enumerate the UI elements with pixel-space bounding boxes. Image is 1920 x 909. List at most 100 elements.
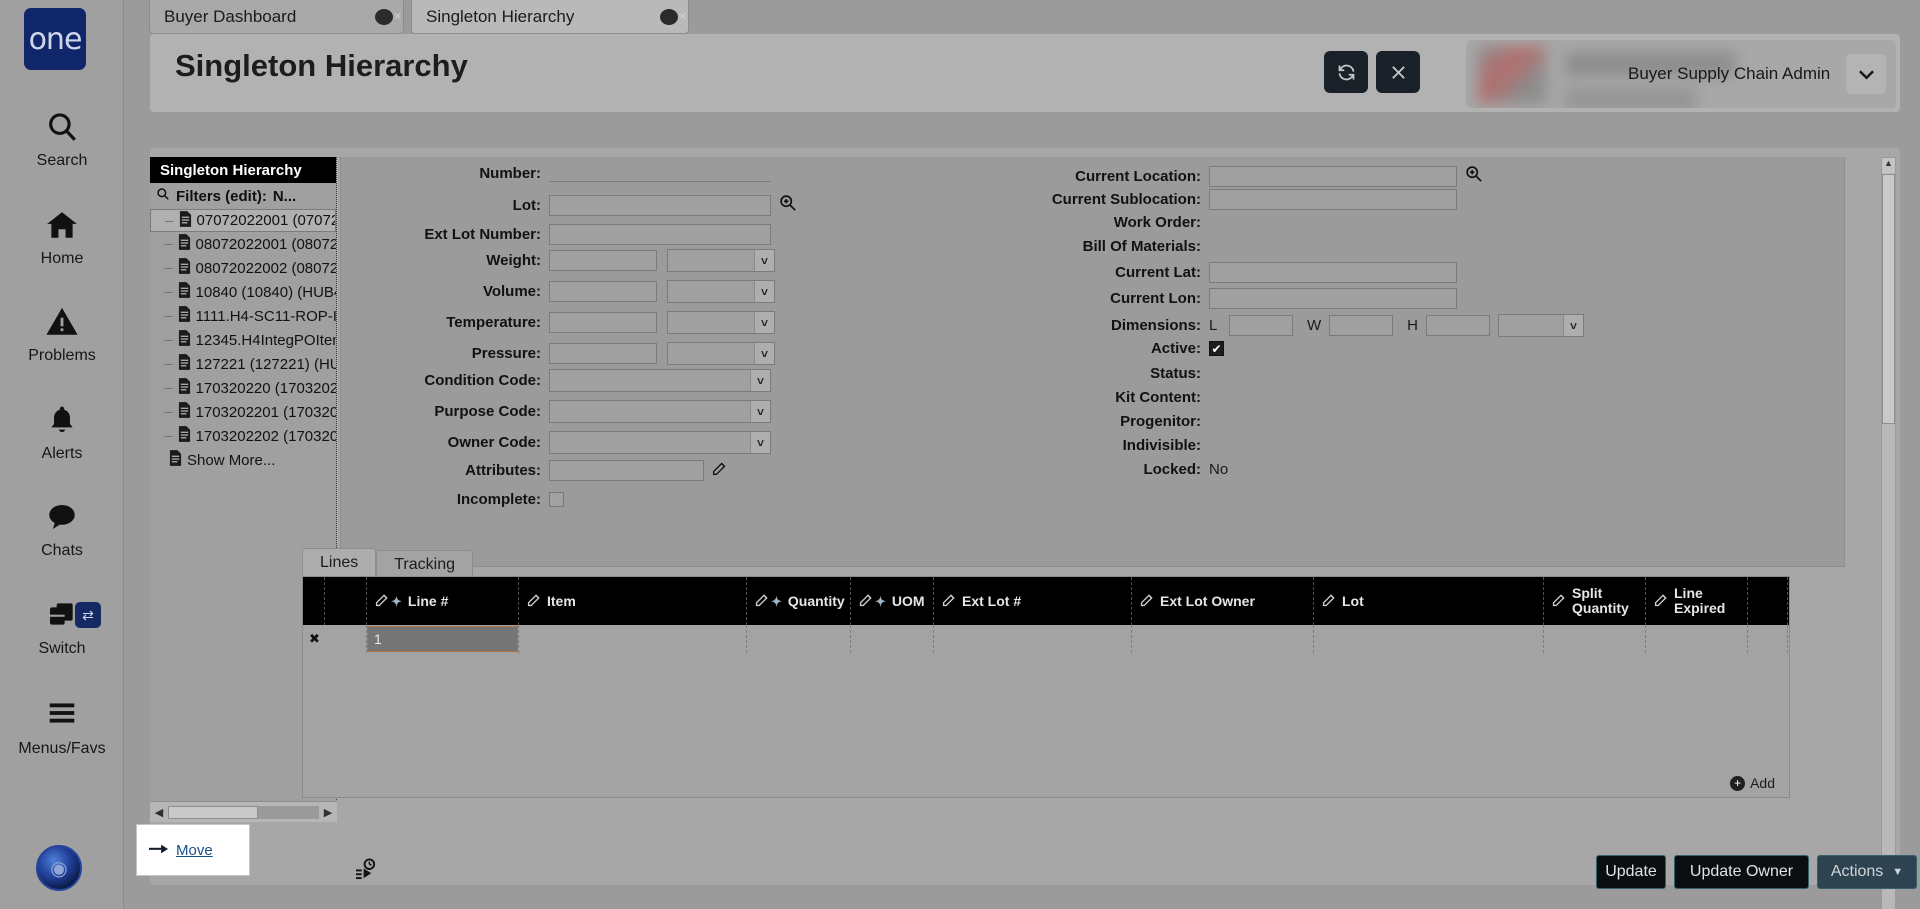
text-input[interactable] <box>1209 165 1457 187</box>
tree-node[interactable]: ─ 127221 (127221) (HUB <box>150 352 336 376</box>
text-input[interactable] <box>549 343 657 364</box>
tree-filter-row[interactable]: Filters (edit): N... <box>150 183 336 209</box>
text-input[interactable] <box>1209 288 1457 309</box>
scroll-up-arrow-icon[interactable]: ▲ <box>1882 158 1895 173</box>
lookup-search-icon[interactable] <box>779 194 796 216</box>
grid-column-header[interactable] <box>325 577 367 625</box>
dropdown-select[interactable]: ˅ <box>549 431 771 454</box>
content-vertical-scrollbar[interactable]: ▲ ▼ <box>1881 157 1896 909</box>
grid-column-header[interactable]: ✦ Line # <box>367 577 519 625</box>
tree-node[interactable]: ─ 08072022002 (080720 <box>150 256 336 280</box>
table-cell[interactable]: 1 <box>367 625 519 653</box>
unit-select[interactable]: ˅ <box>667 342 775 365</box>
delete-row-icon[interactable]: ✖ <box>309 631 320 647</box>
grid-column-header[interactable]: Ext Lot # <box>934 577 1132 625</box>
tree-node[interactable]: ─ 10840 (10840) (HUB4) <box>150 280 336 304</box>
move-link[interactable]: Move <box>176 842 213 859</box>
actions-dropdown-button[interactable]: Actions ▼ <box>1817 855 1917 889</box>
grid-column-header[interactable]: Lot <box>1314 577 1544 625</box>
text-input[interactable] <box>549 312 657 333</box>
unit-select[interactable]: ˅ <box>667 280 775 303</box>
active-cell-input[interactable]: 1 <box>367 626 518 652</box>
sidebar-item-switch[interactable]: Switch <box>0 598 124 658</box>
text-input[interactable] <box>1209 262 1457 283</box>
text-input[interactable] <box>1209 189 1457 210</box>
dimension-w-input[interactable] <box>1329 315 1394 336</box>
scroll-right-arrow-icon[interactable]: ▶ <box>319 806 337 819</box>
sidebar-item-alerts[interactable]: Alerts <box>0 403 124 463</box>
edit-attributes-icon[interactable] <box>712 461 727 481</box>
table-cell[interactable] <box>747 625 851 653</box>
tab-buyer-dashboard[interactable]: Buyer Dashboard ✕ <box>149 0 404 34</box>
sidebar-item-menus-favs[interactable]: Menus/Favs <box>0 698 124 758</box>
history-location-icon[interactable] <box>355 857 378 885</box>
tree-node[interactable]: ─ 08072022001 (080720 <box>150 232 336 256</box>
chevron-down-icon: ˅ <box>750 432 770 453</box>
scroll-left-arrow-icon[interactable]: ◀ <box>150 806 168 819</box>
text-input[interactable] <box>549 224 771 245</box>
dropdown-select[interactable]: ˅ <box>549 400 771 423</box>
tab-lines[interactable]: Lines <box>302 548 377 578</box>
grid-column-header[interactable]: Split Quantity <box>1544 577 1646 625</box>
scrollbar-thumb[interactable] <box>168 805 258 819</box>
table-cell[interactable] <box>1646 625 1748 653</box>
grid-column-header[interactable]: ✦ Quantity <box>747 577 851 625</box>
sidebar-item-home[interactable]: Home <box>0 208 124 268</box>
move-context-popup[interactable]: Move <box>136 824 250 876</box>
table-cell[interactable] <box>1314 625 1544 653</box>
table-row[interactable]: ✖ 1 <box>303 625 1789 653</box>
tree-node[interactable]: ─ 1111.H4-SC11-ROP-I4 <box>150 304 336 328</box>
scrollbar-thumb[interactable] <box>1882 174 1895 424</box>
tree-node[interactable]: ─ 1703202202 (170320 <box>150 424 336 448</box>
tree-node[interactable]: ─ 170320220 (1703202 <box>150 376 336 400</box>
user-account-chip[interactable]: Buyer Supply Chain Admin <box>1466 40 1896 108</box>
close-icon[interactable]: ✕ <box>660 8 687 25</box>
lookup-search-icon[interactable] <box>1465 165 1482 187</box>
add-line-button[interactable]: + Add <box>1730 775 1775 791</box>
app-logo[interactable]: one <box>24 8 86 70</box>
close-icon[interactable]: ✕ <box>375 8 402 25</box>
tree-node[interactable]: ─ 12345.H4IntegPOItem <box>150 328 336 352</box>
scrollbar-track[interactable] <box>258 805 319 819</box>
text-input[interactable] <box>549 460 704 481</box>
dimension-unit-select[interactable]: ˅ <box>1498 314 1585 337</box>
grid-column-header[interactable]: Ext Lot Owner <box>1132 577 1314 625</box>
checkbox[interactable] <box>549 492 564 507</box>
table-cell[interactable] <box>519 625 747 653</box>
tree-node[interactable]: Show More... <box>150 448 336 472</box>
sidebar-item-problems[interactable]: Problems <box>0 305 124 365</box>
text-input[interactable] <box>549 194 771 216</box>
unit-select[interactable]: ˅ <box>667 249 775 272</box>
table-cell[interactable] <box>1132 625 1314 653</box>
text-input[interactable] <box>549 281 657 302</box>
unit-select[interactable]: ˅ <box>667 311 775 334</box>
text-input[interactable] <box>549 250 657 271</box>
close-window-button[interactable] <box>1376 51 1420 93</box>
refresh-button[interactable] <box>1324 51 1368 93</box>
table-cell[interactable] <box>934 625 1132 653</box>
tab-singleton-hierarchy[interactable]: Singleton Hierarchy ✕ <box>411 0 689 34</box>
grid-column-header[interactable]: ✦ UOM <box>851 577 934 625</box>
table-cell[interactable] <box>851 625 934 653</box>
grid-column-header[interactable]: Line Expired <box>1646 577 1748 625</box>
dimension-l-input[interactable] <box>1229 315 1293 336</box>
sidebar-item-chats[interactable]: Chats <box>0 500 124 560</box>
tab-tracking[interactable]: Tracking <box>376 550 474 578</box>
dropdown-select[interactable]: ˅ <box>549 369 771 392</box>
text-input[interactable] <box>549 165 771 182</box>
dimension-h-input[interactable] <box>1426 315 1491 336</box>
assistant-orb-button[interactable]: ◉ <box>36 845 82 891</box>
update-owner-button[interactable]: Update Owner <box>1674 855 1809 889</box>
tree-node[interactable]: ─ 07072022001 (070720 <box>150 209 336 232</box>
update-button[interactable]: Update <box>1596 855 1666 889</box>
chevron-down-icon[interactable] <box>1846 54 1886 94</box>
tree-horizontal-scrollbar[interactable]: ◀ ▶ <box>150 801 337 822</box>
grid-column-header[interactable]: Item <box>519 577 747 625</box>
grid-column-header[interactable] <box>303 577 325 625</box>
checkbox[interactable]: ✔ <box>1209 341 1224 356</box>
tree-node[interactable]: ─ 1703202201 (170320 <box>150 400 336 424</box>
table-cell[interactable] <box>1544 625 1646 653</box>
switch-badge-button[interactable]: ⇄ <box>75 602 101 628</box>
sidebar-item-search[interactable]: Search <box>0 110 124 170</box>
grid-column-header[interactable] <box>1748 577 1788 625</box>
